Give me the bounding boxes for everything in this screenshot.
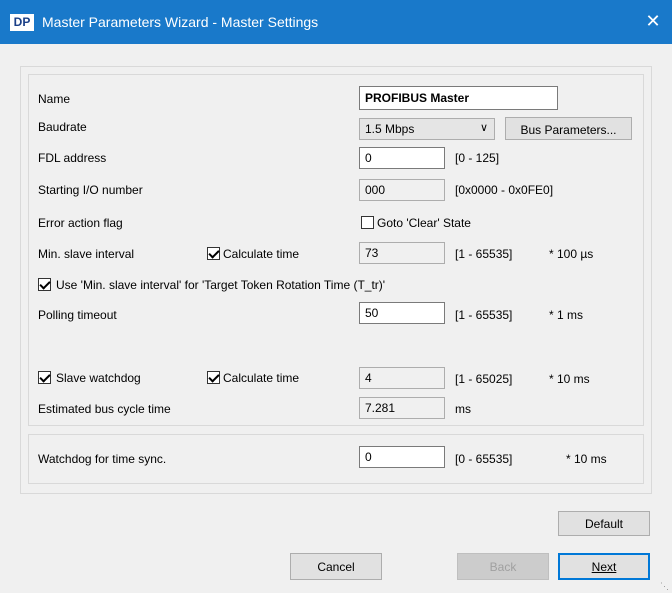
est-bus-cycle-field: 7.281 (359, 397, 445, 419)
goto-clear-label[interactable]: Goto 'Clear' State (377, 215, 471, 231)
min-slave-interval-range: [1 - 65535] (455, 247, 513, 261)
default-button[interactable]: Default (558, 511, 650, 536)
resize-grip-icon[interactable]: ⋱ (660, 581, 670, 591)
chevron-down-icon: ∨ (479, 122, 488, 134)
polling-timeout-field[interactable]: 50 (359, 302, 445, 324)
polling-timeout-unit: * 1 ms (549, 308, 584, 322)
slave-watchdog-field: 4 (359, 367, 445, 389)
slave-watchdog-range: [1 - 65025] (455, 372, 513, 386)
next-button-label: Next (591, 560, 617, 574)
starting-io-range: [0x0000 - 0x0FE0] (455, 183, 554, 197)
slave-watchdog-unit: * 10 ms (549, 372, 590, 386)
window-title: Master Parameters Wizard - Master Settin… (42, 14, 319, 30)
polling-timeout-range: [1 - 65535] (455, 308, 513, 322)
min-slave-interval-unit: * 100 µs (549, 247, 594, 261)
name-field[interactable]: PROFIBUS Master (359, 86, 558, 110)
slave-watchdog-checkbox[interactable] (38, 371, 51, 384)
dp-app-icon: DP (10, 14, 34, 31)
min-slave-calc-label[interactable]: Calculate time (223, 246, 299, 262)
slave-watchdog-calc-checkbox[interactable] (207, 371, 220, 384)
watchdog-sync-range: [0 - 65535] (455, 452, 513, 466)
fdl-address-label: FDL address (38, 151, 107, 165)
watchdog-sync-label: Watchdog for time sync. (38, 452, 167, 466)
name-label: Name (38, 92, 71, 106)
fdl-address-range: [0 - 125] (455, 151, 500, 165)
error-action-label: Error action flag (38, 216, 123, 230)
starting-io-field: 000 (359, 179, 445, 201)
use-min-slave-checkbox[interactable] (38, 278, 51, 291)
starting-io-label: Starting I/O number (38, 183, 143, 197)
min-slave-interval-label: Min. slave interval (38, 247, 135, 261)
polling-timeout-label: Polling timeout (38, 308, 117, 322)
slave-watchdog-calc-label[interactable]: Calculate time (223, 370, 299, 386)
baudrate-label: Baudrate (38, 120, 87, 134)
back-button[interactable]: Back (457, 553, 549, 580)
fdl-address-field[interactable]: 0 (359, 147, 445, 169)
baudrate-select[interactable]: 1.5 Mbps ∨ (359, 118, 495, 140)
title-bar: DP Master Parameters Wizard - Master Set… (0, 0, 672, 44)
watchdog-sync-unit: * 10 ms (566, 452, 607, 466)
next-button[interactable]: Next (558, 553, 650, 580)
watchdog-sync-field[interactable]: 0 (359, 446, 445, 468)
cancel-button[interactable]: Cancel (290, 553, 382, 580)
min-slave-calc-checkbox[interactable] (207, 247, 220, 260)
bus-parameters-button[interactable]: Bus Parameters... (505, 117, 632, 140)
slave-watchdog-label[interactable]: Slave watchdog (56, 370, 141, 386)
goto-clear-checkbox[interactable] (361, 216, 374, 229)
est-bus-cycle-unit: ms (455, 402, 471, 416)
default-button-label: Default (584, 517, 624, 531)
close-icon[interactable]: ✕ (642, 10, 664, 32)
est-bus-cycle-label: Estimated bus cycle time (38, 402, 171, 416)
baudrate-value: 1.5 Mbps (365, 122, 415, 136)
use-min-slave-label[interactable]: Use 'Min. slave interval' for 'Target To… (56, 277, 385, 293)
min-slave-interval-field: 73 (359, 242, 445, 264)
